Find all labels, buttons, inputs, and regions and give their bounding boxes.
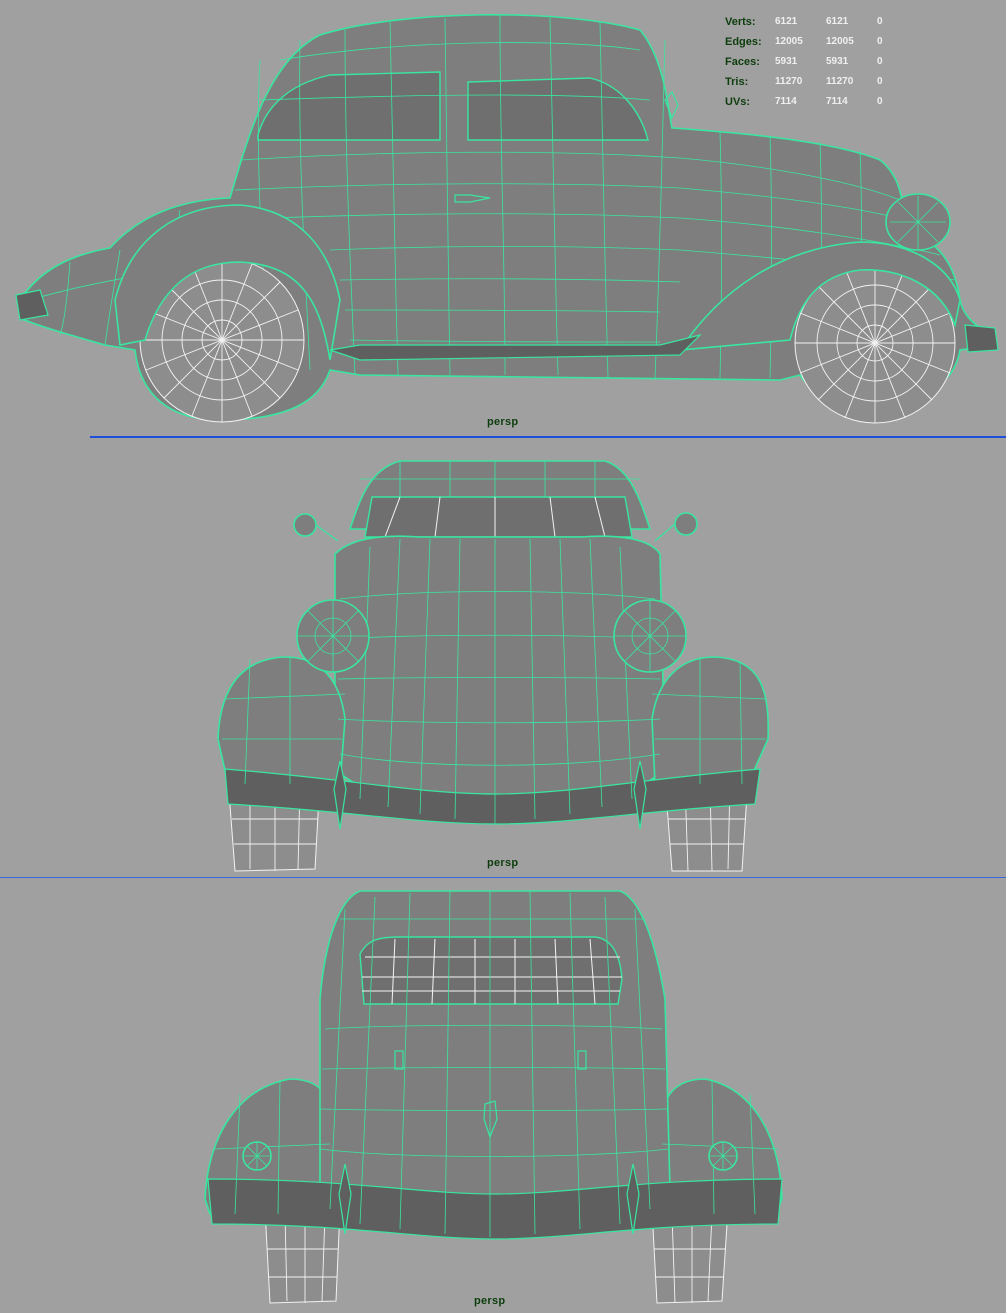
- headlight-icon: [885, 193, 951, 251]
- mirror-right-icon: [654, 512, 698, 542]
- stats-row-uvs: UVs: 7114 7114 0: [725, 94, 897, 114]
- stats-selected: 5931: [775, 56, 798, 67]
- stats-label: Faces:: [725, 56, 760, 68]
- headlight-left-icon: [296, 599, 370, 673]
- camera-label: persp: [487, 857, 519, 869]
- viewport-divider[interactable]: [0, 877, 1006, 878]
- stats-total: 6121: [826, 16, 849, 27]
- stats-label: UVs:: [725, 96, 751, 108]
- stats-extra: 0: [877, 16, 883, 27]
- stats-extra: 0: [877, 56, 883, 67]
- side-viewport[interactable]: persp Verts: 6121 6121 0 Edges: 12005 12…: [0, 0, 1006, 437]
- stats-extra: 0: [877, 96, 883, 107]
- camera-label: persp: [474, 1295, 506, 1307]
- stats-total: 11270: [826, 76, 854, 87]
- taillight-left-icon: [242, 1141, 272, 1171]
- stats-label: Edges:: [725, 36, 762, 48]
- stats-label: Verts:: [725, 16, 756, 28]
- stats-selected: 6121: [775, 16, 798, 27]
- stats-label: Tris:: [725, 76, 749, 88]
- mirror-left-icon: [293, 513, 339, 542]
- poly-count-hud: Verts: 6121 6121 0 Edges: 12005 12005 0 …: [725, 14, 897, 114]
- front-viewport[interactable]: persp: [0, 439, 1006, 877]
- taillight-right-icon: [708, 1141, 738, 1171]
- rear-viewport[interactable]: persp: [0, 879, 1006, 1313]
- stats-extra: 0: [877, 36, 883, 47]
- stats-selected: 7114: [775, 96, 797, 107]
- stats-total: 12005: [826, 36, 854, 47]
- stats-extra: 0: [877, 76, 883, 87]
- camera-label: persp: [487, 416, 519, 428]
- stats-row-verts: Verts: 6121 6121 0: [725, 14, 897, 34]
- stats-selected: 11270: [775, 76, 803, 87]
- stats-selected: 12005: [775, 36, 803, 47]
- stats-total: 7114: [826, 96, 848, 107]
- stats-total: 5931: [826, 56, 849, 67]
- viewport-divider[interactable]: [90, 436, 1006, 438]
- car-rear-wireframe[interactable]: [0, 879, 1006, 1313]
- stats-row-faces: Faces: 5931 5931 0: [725, 54, 897, 74]
- stats-row-edges: Edges: 12005 12005 0: [725, 34, 897, 54]
- headlight-right-icon: [613, 599, 687, 673]
- stats-row-tris: Tris: 11270 11270 0: [725, 74, 897, 94]
- car-front-wireframe[interactable]: [0, 439, 1006, 877]
